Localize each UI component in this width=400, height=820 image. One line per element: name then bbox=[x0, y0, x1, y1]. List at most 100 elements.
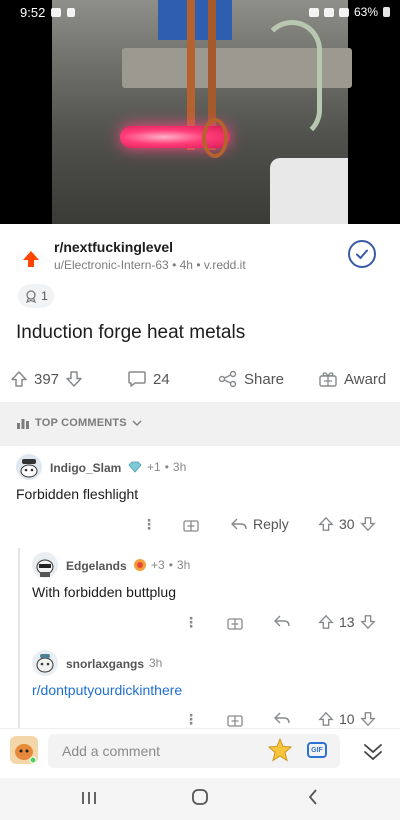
comment-text: Forbidden fleshlight bbox=[16, 486, 139, 502]
meta-separator: • bbox=[168, 558, 173, 572]
checkmark-icon bbox=[356, 249, 368, 259]
signal-icon bbox=[338, 7, 349, 17]
back-icon[interactable] bbox=[306, 788, 320, 811]
vote-group: 10 bbox=[318, 711, 376, 727]
comment-action-bar: ⋮ 13 bbox=[0, 614, 400, 634]
comment-link[interactable]: r/dontputyourdickinthere bbox=[32, 682, 182, 698]
alarm-icon bbox=[308, 7, 319, 17]
notification-icon bbox=[67, 7, 76, 17]
vote-group: 13 bbox=[318, 614, 376, 630]
post-action-bar: 397 24 Share Award bbox=[0, 366, 400, 396]
award-gem-icon bbox=[128, 461, 142, 473]
join-check-button[interactable] bbox=[348, 240, 376, 268]
meta-separator: • bbox=[172, 258, 180, 272]
comment-score: 10 bbox=[339, 711, 355, 727]
vote-group: 30 bbox=[318, 516, 376, 532]
collapse-chevron-icon[interactable] bbox=[358, 738, 388, 766]
video-player[interactable] bbox=[0, 0, 400, 224]
status-right: 63% bbox=[308, 5, 390, 19]
home-icon[interactable] bbox=[191, 788, 209, 811]
reply-arrow-icon[interactable] bbox=[273, 614, 291, 628]
meta-separator: • bbox=[196, 258, 204, 272]
upvote-arrow-icon[interactable] bbox=[22, 250, 40, 273]
snoo-avatar-icon bbox=[36, 654, 54, 673]
post-age: 4h bbox=[179, 258, 193, 272]
avatar[interactable] bbox=[32, 650, 58, 676]
subreddit-name[interactable]: r/nextfuckinglevel bbox=[54, 239, 173, 255]
share-label: Share bbox=[244, 370, 285, 388]
award-flame-icon bbox=[134, 559, 146, 571]
comment-score: 13 bbox=[339, 614, 355, 630]
chevron-down-icon bbox=[132, 420, 142, 426]
comment-award-count: +3 bbox=[151, 558, 165, 572]
meta-separator: • bbox=[164, 460, 169, 474]
more-options-icon[interactable]: ⋮ bbox=[184, 614, 198, 631]
sort-button[interactable]: TOP COMMENTS bbox=[16, 417, 142, 429]
battery-icon bbox=[383, 7, 390, 17]
post-title: Induction forge heat metals bbox=[16, 322, 246, 343]
more-options-icon[interactable]: ⋮ bbox=[184, 711, 198, 728]
recent-apps-icon[interactable] bbox=[80, 790, 98, 811]
post-domain[interactable]: v.redd.it bbox=[204, 258, 246, 272]
status-left: 9:52 bbox=[20, 4, 76, 20]
award-button[interactable]: Award bbox=[318, 370, 386, 388]
comment-action-bar: ⋮ Reply 30 bbox=[0, 516, 400, 536]
wifi-icon bbox=[323, 7, 334, 17]
user-avatar[interactable] bbox=[10, 736, 38, 764]
video-bottle bbox=[270, 158, 348, 224]
vote-count: 397 bbox=[34, 370, 60, 388]
downvote-icon[interactable] bbox=[359, 711, 376, 727]
status-bar: 9:52 63% bbox=[0, 0, 400, 24]
gift-icon[interactable] bbox=[226, 711, 244, 727]
share-icon bbox=[218, 370, 237, 388]
comment-username[interactable]: Edgelands bbox=[66, 559, 127, 573]
thread-line[interactable] bbox=[18, 548, 20, 728]
vote-group: 397 bbox=[10, 370, 83, 388]
star-sticker-icon[interactable] bbox=[267, 737, 293, 767]
comment-input[interactable]: Add a comment bbox=[48, 734, 340, 768]
award-count: 1 bbox=[41, 289, 48, 303]
comments-button[interactable]: 24 bbox=[127, 370, 170, 388]
upvote-icon[interactable] bbox=[318, 614, 334, 630]
upvote-icon[interactable] bbox=[318, 711, 334, 727]
reply-button[interactable]: Reply bbox=[230, 516, 289, 532]
more-options-icon[interactable]: ⋮ bbox=[142, 516, 156, 533]
comment-age: 3h bbox=[149, 656, 163, 670]
reply-arrow-icon bbox=[231, 518, 247, 530]
video-induction-coil bbox=[202, 118, 228, 158]
comment-score: 30 bbox=[339, 516, 355, 532]
gift-icon[interactable] bbox=[182, 516, 200, 532]
comment-icon bbox=[128, 371, 146, 387]
downvote-icon[interactable] bbox=[65, 370, 83, 388]
downvote-icon[interactable] bbox=[359, 614, 376, 630]
comment-input-placeholder: Add a comment bbox=[62, 743, 161, 759]
comment-meta: +1 • 3h bbox=[127, 460, 186, 474]
system-nav-bar bbox=[0, 778, 400, 820]
status-time: 9:52 bbox=[20, 4, 46, 20]
post-author[interactable]: u/Electronic-Intern-63 bbox=[54, 258, 169, 272]
award-label: Award bbox=[344, 370, 387, 388]
comment-age: 3h bbox=[172, 460, 187, 474]
avatar[interactable] bbox=[32, 552, 58, 578]
award-chip[interactable]: 1 bbox=[18, 284, 54, 308]
share-button[interactable]: Share bbox=[218, 370, 284, 388]
comment-username[interactable]: Indigo_Slam bbox=[50, 461, 121, 475]
gift-icon bbox=[319, 372, 337, 387]
snoo-avatar-icon bbox=[15, 744, 37, 764]
comment-username[interactable]: snorlaxgangs bbox=[66, 657, 144, 671]
reply-arrow-icon[interactable] bbox=[273, 711, 291, 725]
battery-percent: 63% bbox=[353, 5, 378, 19]
gif-button[interactable]: GIF bbox=[307, 742, 327, 758]
avatar[interactable] bbox=[16, 454, 42, 480]
gift-icon[interactable] bbox=[226, 614, 244, 630]
upvote-icon[interactable] bbox=[318, 516, 334, 532]
comment-text: With forbidden buttplug bbox=[32, 584, 176, 600]
award-icon bbox=[26, 290, 37, 303]
upvote-icon[interactable] bbox=[10, 370, 28, 388]
snoo-avatar-icon bbox=[20, 459, 38, 478]
comment-award-count: +1 bbox=[147, 460, 161, 474]
comment-count: 24 bbox=[153, 370, 170, 388]
post-meta: u/Electronic-Intern-63 • 4h • v.redd.it bbox=[54, 258, 246, 272]
reply-label: Reply bbox=[253, 516, 289, 532]
downvote-icon[interactable] bbox=[359, 516, 376, 532]
